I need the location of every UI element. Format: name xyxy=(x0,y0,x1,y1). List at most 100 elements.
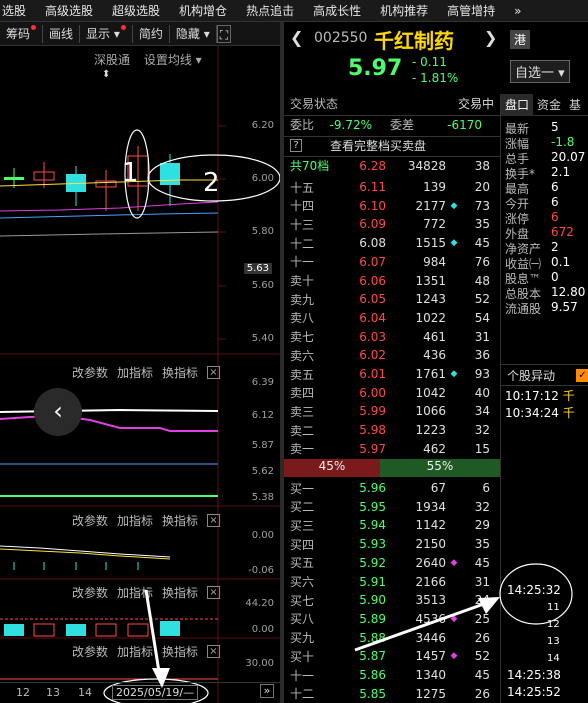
switch-indicator-button[interactable]: 换指标 xyxy=(162,512,198,529)
menu-item-select-stock[interactable]: 选股 xyxy=(0,2,34,19)
add-indicator-button[interactable]: 加指标 xyxy=(117,512,153,529)
buy-level-row[interactable]: 买四 5.93 2150 35 xyxy=(284,535,500,553)
sell-level-row[interactable]: 十一 6.07 984 76 xyxy=(284,253,500,271)
buy-level-row[interactable]: 买三 5.94 1142 29 xyxy=(284,516,500,534)
menu-item-high-growth[interactable]: 高成长性 xyxy=(302,2,369,19)
display-button[interactable]: 显示 ▾ xyxy=(80,24,133,43)
full-book-row[interactable]: ? 查看完整档买卖盘 xyxy=(284,136,500,154)
level-volume: 1340 xyxy=(415,668,446,682)
sell-level-row[interactable]: 卖五 6.01 1761 ◆ 93 xyxy=(284,365,500,383)
tab-fund[interactable]: 资金 xyxy=(533,94,565,116)
level-count: 93 xyxy=(474,367,490,381)
tab-ma-settings[interactable]: 设置均线 xyxy=(144,53,192,67)
sell-level-row[interactable]: 卖十 6.06 1351 48 xyxy=(284,272,500,290)
level-volume: 1022 xyxy=(415,310,446,325)
menu-item-super-select[interactable]: 超级选股 xyxy=(101,2,168,19)
buy-level-row[interactable]: 买九 5.88 3446 26 xyxy=(284,629,500,647)
level-count: 45 xyxy=(474,236,490,251)
tab-shenzhen-connect[interactable]: 深股通 xyxy=(94,53,130,67)
buy-level-row[interactable]: 买六 5.91 2166 31 xyxy=(284,573,500,591)
sell-level-row[interactable]: 卖一 5.97 462 15 xyxy=(284,440,500,458)
sell-level-row[interactable]: 十五 6.11 139 20 xyxy=(284,178,500,196)
level-marker-icon: ◆ xyxy=(450,238,458,249)
menu-item-hotspot[interactable]: 热点追击 xyxy=(235,2,302,19)
commission-diff-label: 委差 xyxy=(389,118,414,132)
anomaly-title: 个股异动 xyxy=(507,368,556,383)
level-label: 买二 xyxy=(290,500,315,515)
scroll-right-icon[interactable]: » xyxy=(260,684,274,698)
sell-level-row[interactable]: 卖四 6.00 1042 40 xyxy=(284,384,500,402)
hk-badge[interactable]: 港 xyxy=(510,30,531,49)
level-volume: 1934 xyxy=(415,499,446,514)
add-indicator-button[interactable]: 加指标 xyxy=(117,584,153,601)
switch-indicator-button[interactable]: 换指标 xyxy=(162,584,198,601)
menu-item-institution-increase[interactable]: 机构增仓 xyxy=(168,2,235,19)
buy-level-row[interactable]: 买十 5.87 1457 ◆ 52 xyxy=(284,647,500,665)
buy-level-row[interactable]: 买二 5.95 1934 32 xyxy=(284,498,500,516)
switch-indicator-button[interactable]: 换指标 xyxy=(162,643,198,660)
kline-chart[interactable]: 深股通 设置均线 ▾ ⬍ 6.20 6.00 5.80 5.63 5.60 5.… xyxy=(0,46,280,703)
level-label: 买一 xyxy=(290,481,315,496)
stat-key: 收益㈠ xyxy=(505,257,542,270)
level-marker-icon: ◆ xyxy=(450,557,458,568)
level-volume: 3446 xyxy=(415,630,446,645)
anomaly-item[interactable]: 10:34:24 千 xyxy=(505,405,575,422)
menu-more-icon[interactable]: » xyxy=(503,4,529,18)
level-label: 卖四 xyxy=(290,386,315,401)
close-icon[interactable]: × xyxy=(207,644,220,658)
close-icon[interactable]: × xyxy=(207,585,220,599)
level-count: 29 xyxy=(474,518,490,533)
anomaly-item[interactable]: 10:17:12 千 xyxy=(505,388,575,405)
prev-stock-icon[interactable]: ❮ xyxy=(290,28,303,47)
level-volume: 1457 xyxy=(415,649,446,664)
tick-time: 13 xyxy=(547,636,560,647)
menu-item-institution-recommend[interactable]: 机构推荐 xyxy=(369,2,436,19)
add-indicator-button[interactable]: 加指标 xyxy=(117,643,153,660)
buy-level-row[interactable]: 买一 5.96 67 6 xyxy=(284,479,500,497)
level-price: 5.86 xyxy=(359,668,386,682)
level-label: 买十 xyxy=(290,649,315,664)
sell-level-row[interactable]: 十三 6.09 772 35 xyxy=(284,215,500,233)
edit-params-button[interactable]: 改参数 xyxy=(72,512,108,529)
draw-line-button[interactable]: 画线 xyxy=(43,24,81,43)
full-book-link[interactable]: 查看完整档买卖盘 xyxy=(330,137,426,154)
hide-button[interactable]: 隐藏 ▾ xyxy=(170,24,217,43)
edit-params-button[interactable]: 改参数 xyxy=(72,584,108,601)
simple-button[interactable]: 简约 xyxy=(133,24,170,43)
sell-level-row[interactable]: 十四 6.10 2177 ◆ 73 xyxy=(284,197,500,215)
buy-level-row[interactable]: 买八 5.89 4536 ◆ 25 xyxy=(284,610,500,628)
sell-level-row[interactable]: 卖六 6.02 436 36 xyxy=(284,346,500,364)
close-icon[interactable]: × xyxy=(207,365,220,379)
last-price: 5.97 xyxy=(348,56,403,81)
sell-level-row[interactable]: 卖二 5.98 1223 32 xyxy=(284,421,500,439)
annotation-number-2: 2 xyxy=(203,168,220,198)
buy-level-row[interactable]: 十二 5.85 1275 26 xyxy=(284,685,500,703)
edit-params-button[interactable]: 改参数 xyxy=(72,364,108,381)
tab-quote[interactable]: 盘口 xyxy=(501,94,534,116)
collapse-arrow-icon[interactable]: ‹ xyxy=(34,388,82,436)
chips-button[interactable]: 筹码 xyxy=(0,24,44,43)
help-icon[interactable]: ? xyxy=(290,139,302,152)
menu-item-advanced-select[interactable]: 高级选股 xyxy=(34,2,101,19)
level-price: 6.05 xyxy=(359,292,386,307)
sell-level-row[interactable]: 卖八 6.04 1022 54 xyxy=(284,309,500,327)
next-stock-icon[interactable]: ❯ xyxy=(484,28,497,47)
checkbox-icon[interactable]: ✓ xyxy=(576,368,588,382)
buy-level-row[interactable]: 十一 5.86 1340 45 xyxy=(284,666,500,684)
buy-level-row[interactable]: 买七 5.90 3513 24 xyxy=(284,591,500,609)
buy-level-row[interactable]: 买五 5.92 2640 ◆ 45 xyxy=(284,554,500,572)
switch-indicator-button[interactable]: 换指标 xyxy=(162,364,198,381)
level-label: 十一 xyxy=(290,255,315,270)
fullscreen-icon[interactable]: ⛶ xyxy=(216,24,232,43)
edit-params-button[interactable]: 改参数 xyxy=(72,643,108,660)
sell-level-row[interactable]: 卖七 6.03 461 31 xyxy=(284,328,500,346)
add-indicator-button[interactable]: 加指标 xyxy=(117,364,153,381)
tab-basic[interactable]: 基 xyxy=(565,94,585,116)
sell-level-row[interactable]: 卖三 5.99 1066 34 xyxy=(284,402,500,420)
watchlist-select[interactable]: 自选一 ▾ xyxy=(510,60,570,83)
close-icon[interactable]: × xyxy=(207,513,220,527)
menu-item-exec-increase[interactable]: 高管增持 xyxy=(436,2,503,19)
sell-level-row[interactable]: 卖九 6.05 1243 52 xyxy=(284,290,500,308)
sell-level-row[interactable]: 十二 6.08 1515 ◆ 45 xyxy=(284,234,500,252)
resize-handle-icon[interactable]: ⬍ xyxy=(102,69,110,80)
